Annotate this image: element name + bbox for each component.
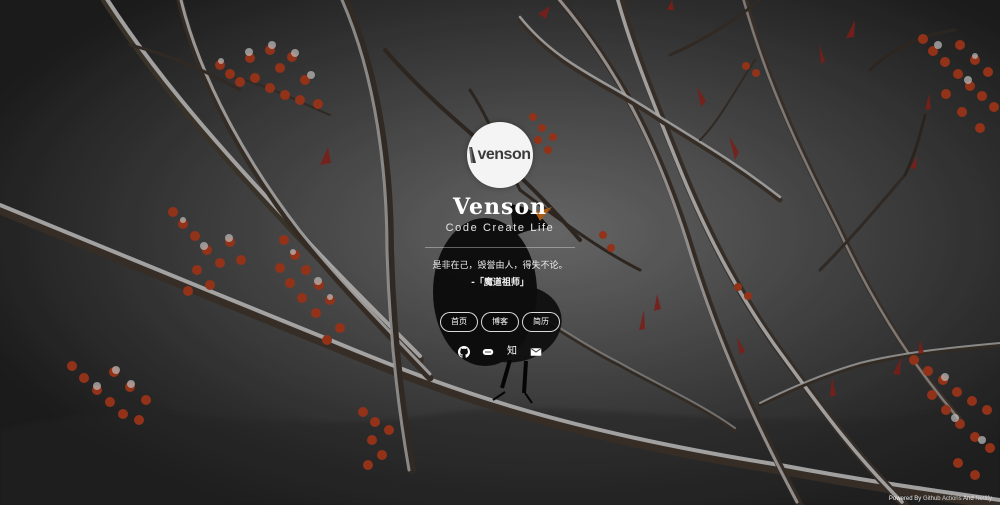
- social-links: 知: [458, 346, 542, 358]
- github-actions-link[interactable]: Github Actions: [923, 496, 962, 502]
- csdn-link[interactable]: [482, 346, 494, 358]
- mail-icon: [530, 348, 542, 356]
- primary-navigation: 首页 博客 简历: [440, 312, 560, 332]
- profile-card: venson Venson Code Create Life 是非在己，毁誉由人…: [400, 122, 600, 358]
- footer-prefix: Powered By: [888, 496, 923, 502]
- github-link[interactable]: [458, 346, 470, 358]
- csdn-icon: [482, 349, 494, 355]
- avatar-logo-text: venson: [477, 146, 531, 163]
- netlify-link[interactable]: Netlify: [975, 496, 992, 502]
- nav-resume-button[interactable]: 简历: [522, 312, 560, 332]
- site-tagline: Code Create Life: [445, 222, 555, 234]
- profile-divider: [425, 247, 575, 248]
- nav-home-button[interactable]: 首页: [440, 312, 478, 332]
- hero-background: venson Venson Code Create Life 是非在己，毁誉由人…: [0, 0, 1000, 505]
- footer-middle: And: [961, 496, 976, 502]
- zhihu-icon: 知: [507, 346, 517, 357]
- footer-credits: Powered By Github Actions And Netlify: [889, 496, 992, 502]
- zhihu-link[interactable]: 知: [506, 346, 518, 358]
- nav-blog-button[interactable]: 博客: [481, 312, 519, 332]
- mail-link[interactable]: [530, 346, 542, 358]
- avatar[interactable]: venson: [467, 122, 533, 188]
- quote-author: -「魔道祖师」: [471, 278, 529, 288]
- github-icon: [458, 346, 470, 358]
- site-name: Venson: [452, 194, 548, 220]
- profile-quote: 是非在己，毁誉由人，得失不论。: [432, 261, 568, 271]
- venson-logo-icon: [469, 147, 477, 163]
- avatar-logo: venson: [469, 146, 531, 164]
